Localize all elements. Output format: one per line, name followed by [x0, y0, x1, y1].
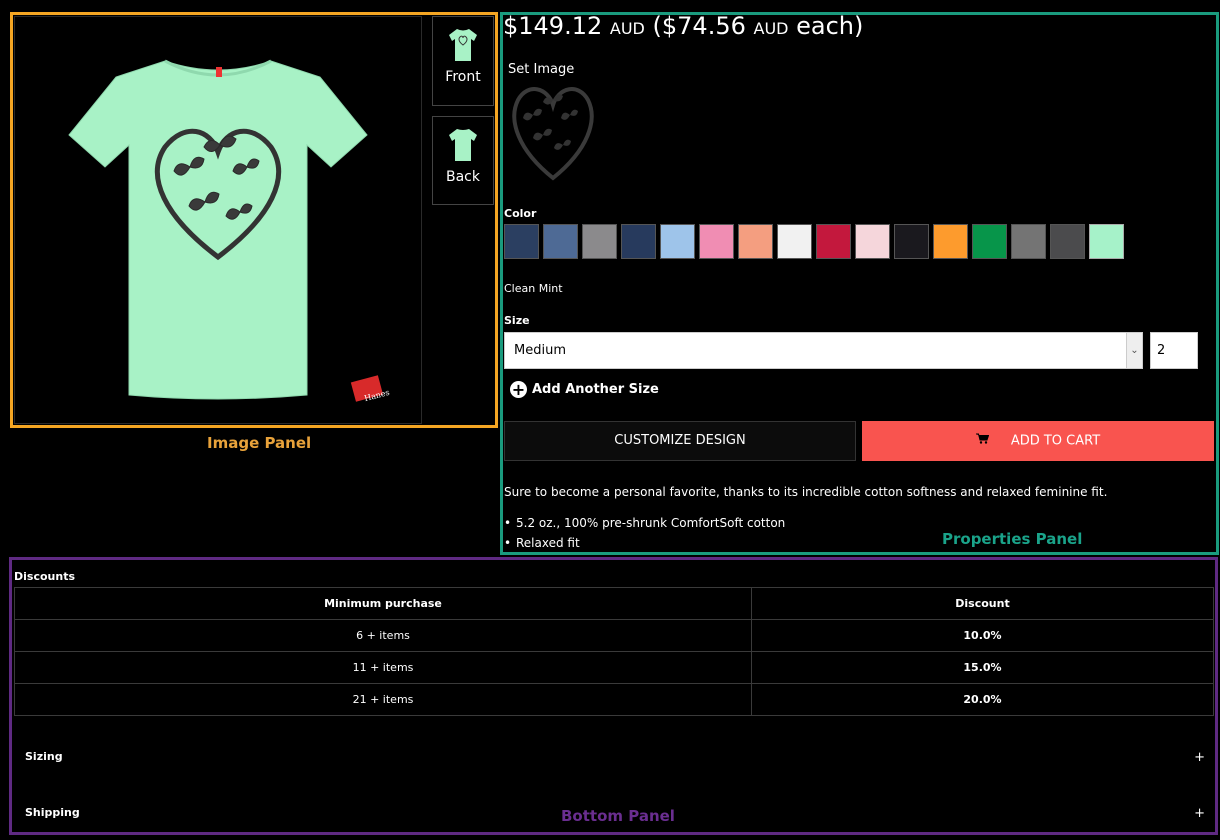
discount-cell: 15.0% — [751, 651, 1214, 684]
front-shirt-icon — [449, 29, 477, 61]
color-swatch[interactable] — [1089, 224, 1124, 259]
price-total: $149.12 — [503, 12, 603, 40]
color-swatch[interactable] — [1011, 224, 1046, 259]
sizing-accordion[interactable]: Sizing + — [25, 750, 1205, 765]
set-image-label: Set Image — [508, 62, 575, 77]
color-swatch[interactable] — [621, 224, 656, 259]
color-swatch[interactable] — [933, 224, 968, 259]
cart-icon — [975, 421, 990, 461]
expand-plus-icon[interactable]: + — [1194, 806, 1205, 821]
price-each-open: ($74.56 — [652, 12, 746, 40]
chevron-down-icon[interactable]: ⌄ — [1126, 333, 1142, 368]
color-swatch[interactable] — [699, 224, 734, 259]
column-header-minimum-purchase: Minimum purchase — [14, 587, 752, 620]
design-image[interactable] — [508, 80, 598, 182]
thumbnail-back[interactable]: Back — [432, 116, 494, 205]
color-swatch[interactable] — [894, 224, 929, 259]
shipping-accordion-label: Shipping — [25, 806, 80, 819]
table-row: 11 + items 15.0% — [14, 651, 1214, 684]
thumbnail-front[interactable]: Front — [432, 16, 494, 106]
price-currency: AUD — [609, 19, 645, 38]
color-swatch[interactable] — [504, 224, 539, 259]
table-row: 21 + items 20.0% — [14, 683, 1214, 716]
color-swatch[interactable] — [777, 224, 812, 259]
discount-cell: 20.0% — [751, 683, 1214, 716]
sizing-accordion-label: Sizing — [25, 750, 63, 763]
feature-list: 5.2 oz., 100% pre-shrunk ComfortSoft cot… — [504, 516, 785, 556]
discounts-table: Minimum purchase Discount 6 + items 10.0… — [14, 587, 1214, 716]
customize-design-button[interactable]: CUSTOMIZE DESIGN — [504, 421, 856, 461]
price-each-close: each) — [796, 12, 864, 40]
main-product-image — [14, 16, 422, 424]
table-header-row: Minimum purchase Discount — [14, 587, 1214, 620]
minimum-purchase-cell: 6 + items — [14, 619, 752, 652]
back-shirt-icon — [449, 129, 477, 161]
color-swatch[interactable] — [816, 224, 851, 259]
properties-panel-caption: Properties Panel — [942, 530, 1083, 548]
thumbnail-back-label: Back — [446, 169, 480, 185]
column-header-discount: Discount — [751, 587, 1214, 620]
plus-circle-icon: + — [510, 380, 527, 399]
selected-color-name: Clean Mint — [504, 282, 563, 295]
minimum-purchase-cell: 11 + items — [14, 651, 752, 684]
product-description: Sure to become a personal favorite, than… — [504, 485, 1108, 499]
add-to-cart-label: ADD TO CART — [1010, 433, 1101, 449]
price-each-currency: AUD — [753, 19, 789, 38]
minimum-purchase-cell: 21 + items — [14, 683, 752, 716]
size-select-value: Medium — [514, 343, 566, 358]
color-swatch[interactable] — [1050, 224, 1085, 259]
table-row: 6 + items 10.0% — [14, 619, 1214, 652]
size-select[interactable]: Medium ⌄ — [504, 332, 1143, 369]
color-swatch[interactable] — [660, 224, 695, 259]
feature-item: 5.2 oz., 100% pre-shrunk ComfortSoft cot… — [504, 516, 785, 536]
properties-panel — [500, 12, 1219, 555]
color-swatches — [504, 224, 1124, 259]
price: $149.12 AUD ($74.56 AUD each) — [503, 12, 863, 40]
quantity-input[interactable]: 2 — [1150, 332, 1198, 369]
color-label: Color — [504, 207, 537, 220]
add-to-cart-button[interactable]: ADD TO CART — [862, 421, 1214, 461]
add-another-size-label: Add Another Size — [532, 382, 659, 397]
color-swatch[interactable] — [582, 224, 617, 259]
color-swatch[interactable] — [543, 224, 578, 259]
discount-cell: 10.0% — [751, 619, 1214, 652]
size-label: Size — [504, 314, 530, 327]
thumbnail-front-label: Front — [445, 69, 481, 85]
feature-item: Relaxed fit — [504, 536, 785, 556]
color-swatch[interactable] — [855, 224, 890, 259]
color-swatch[interactable] — [738, 224, 773, 259]
discounts-heading: Discounts — [14, 570, 75, 583]
expand-plus-icon[interactable]: + — [1194, 750, 1205, 765]
color-swatch[interactable] — [972, 224, 1007, 259]
image-panel-caption: Image Panel — [207, 434, 312, 452]
bottom-panel-caption: Bottom Panel — [561, 807, 675, 825]
add-another-size-button[interactable]: + Add Another Size — [510, 381, 659, 398]
